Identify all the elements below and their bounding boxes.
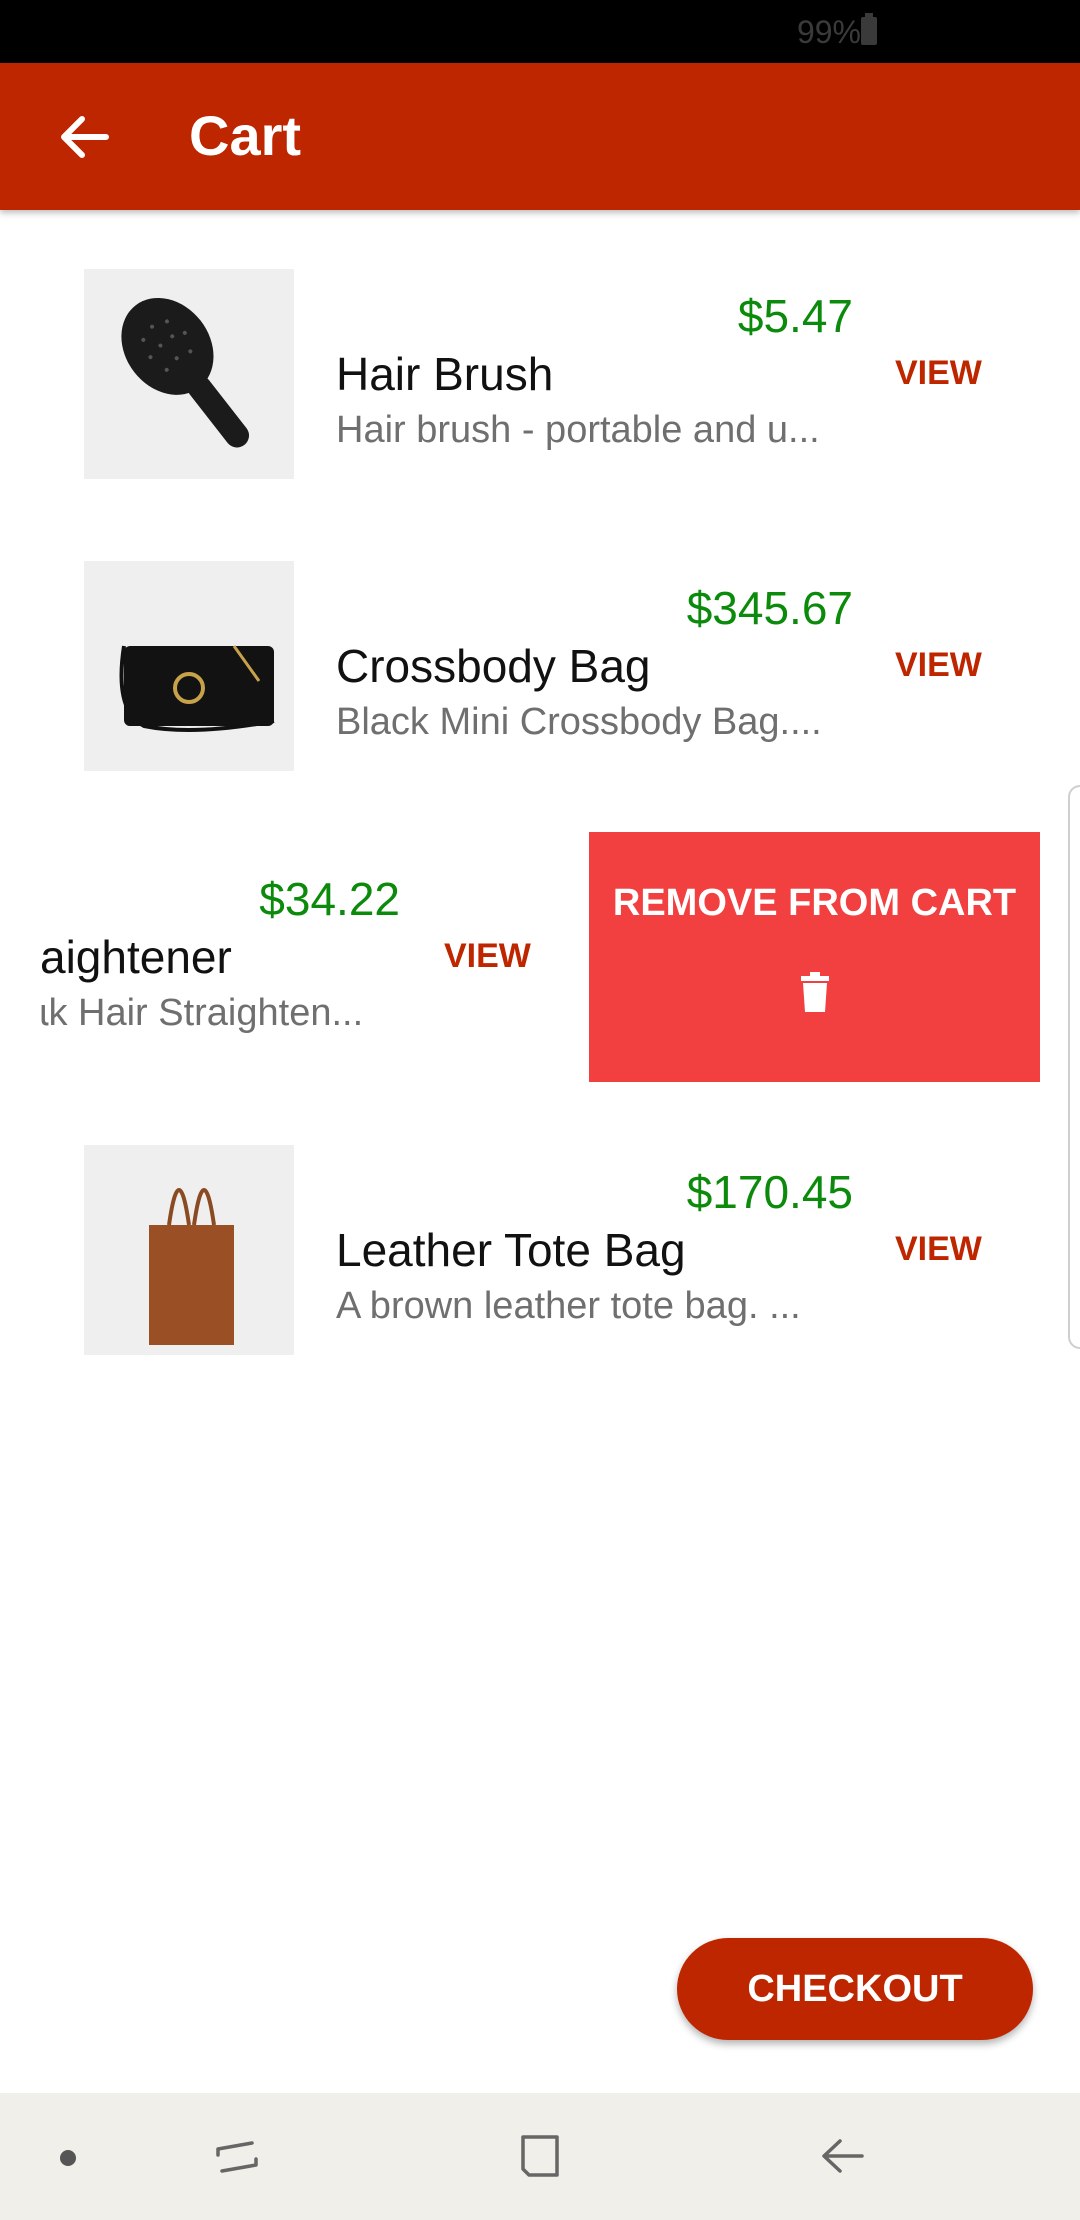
home-icon[interactable] — [515, 2131, 565, 2181]
view-button[interactable]: VIEW — [444, 937, 531, 976]
status-bar: 99% — [0, 0, 1080, 63]
system-nav-bar — [0, 2093, 1080, 2220]
page-title: Cart — [189, 104, 302, 167]
item-name: Crossbody Bag — [336, 640, 651, 692]
item-name: Hair Brush — [336, 348, 554, 400]
item-price: $170.45 — [686, 1166, 853, 1218]
cart-item-crossbody-bag[interactable]: $345.67 Crossbody Bag Black Mini Crossbo… — [0, 561, 1080, 781]
cart-item-hair-brush[interactable]: $5.47 Hair Brush Hair brush - portable a… — [0, 269, 1080, 489]
back-icon[interactable] — [818, 2131, 868, 2181]
item-description: ɩk Hair Straighten... — [40, 992, 364, 1034]
view-button[interactable]: VIEW — [895, 1230, 982, 1269]
view-button[interactable]: VIEW — [895, 354, 982, 393]
nav-dot-icon[interactable] — [60, 2150, 76, 2166]
item-price: $34.22 — [259, 873, 400, 925]
item-price: $5.47 — [737, 290, 853, 342]
view-button[interactable]: VIEW — [895, 646, 982, 685]
back-arrow-icon[interactable] — [52, 105, 116, 169]
item-name: aightener — [40, 931, 232, 983]
item-description: A brown leather tote bag. ... — [336, 1285, 801, 1327]
edge-panel-handle[interactable] — [1068, 785, 1080, 1349]
recent-apps-icon[interactable] — [212, 2133, 262, 2183]
remove-from-cart-button[interactable]: REMOVE FROM CART — [589, 832, 1040, 1082]
trash-icon — [801, 972, 829, 1012]
battery-icon — [861, 13, 877, 45]
cart-item-leather-tote-bag[interactable]: $170.45 Leather Tote Bag A brown leather… — [0, 1145, 1080, 1365]
leather-tote-bag-image — [84, 1145, 294, 1355]
item-price: $345.67 — [686, 582, 853, 634]
item-description: Hair brush - portable and u... — [336, 409, 820, 451]
hair-brush-image — [84, 269, 294, 479]
crossbody-bag-image — [84, 561, 294, 771]
checkout-button[interactable]: CHECKOUT — [677, 1938, 1033, 2040]
item-name: Leather Tote Bag — [336, 1224, 686, 1276]
app-bar: Cart — [0, 63, 1080, 210]
battery-percent: 99% — [796, 14, 861, 50]
remove-label: REMOVE FROM CART — [612, 882, 1017, 924]
item-description: Black Mini Crossbody Bag.... — [336, 701, 822, 743]
